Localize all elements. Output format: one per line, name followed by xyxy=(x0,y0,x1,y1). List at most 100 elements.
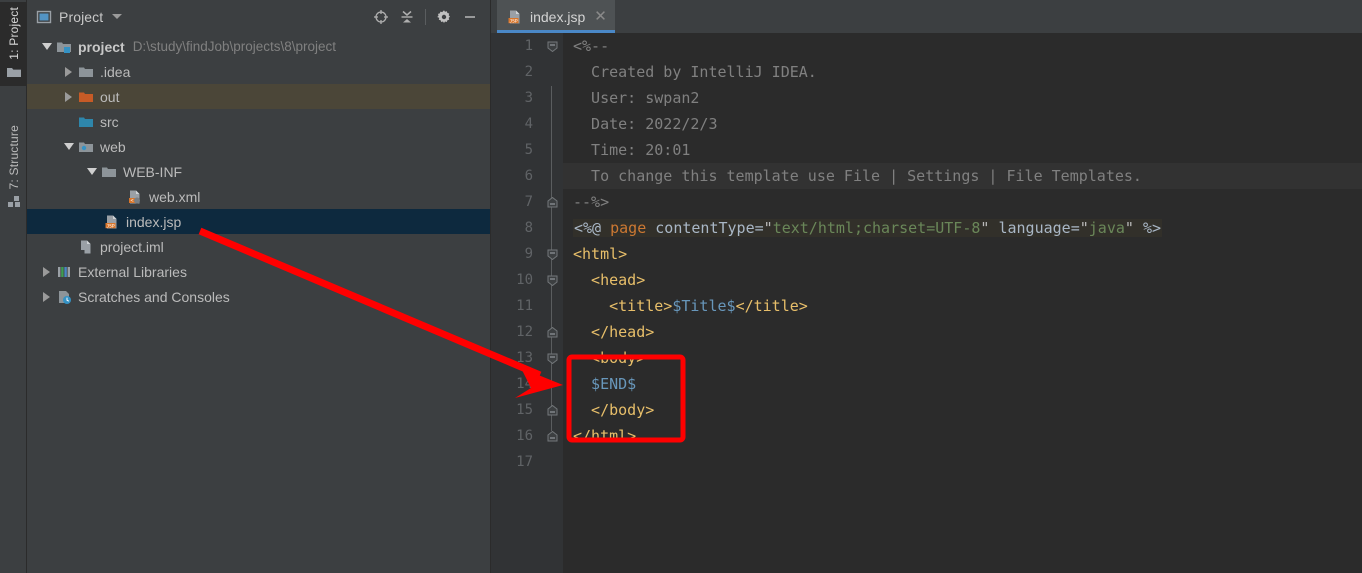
code-line-15: </body> xyxy=(573,401,655,419)
line-number: 9 xyxy=(524,246,533,262)
code-line-13: <body> xyxy=(573,349,646,367)
tree-row-project[interactable]: project D:\study\findJob\projects\8\proj… xyxy=(27,34,490,59)
line-number: 10 xyxy=(516,272,533,288)
fold-marker-open[interactable] xyxy=(545,267,559,293)
line-number: 11 xyxy=(516,298,533,314)
tree-row-web[interactable]: web xyxy=(27,134,490,159)
close-icon[interactable]: ✕ xyxy=(592,9,607,24)
line-number: 1 xyxy=(524,38,533,54)
line-number: 4 xyxy=(524,116,533,132)
tree-toggle-icon[interactable] xyxy=(59,66,78,77)
line-number: 14 xyxy=(516,376,533,392)
folder-web-icon xyxy=(79,142,93,152)
code-line-5: Time: 20:01 xyxy=(573,141,691,159)
folder-gray-icon xyxy=(102,167,116,177)
fold-marker-close[interactable] xyxy=(545,189,559,215)
structure-icon xyxy=(7,196,20,208)
fold-marker-close[interactable] xyxy=(545,319,559,345)
tool-window-strip: 1: Project 7: Structure xyxy=(0,0,27,573)
line-number: 17 xyxy=(516,454,533,470)
tree-row-web-xml[interactable]: < web.xml xyxy=(27,184,490,209)
code-line-6: To change this template use File | Setti… xyxy=(563,163,1362,189)
folder-icon xyxy=(6,67,21,77)
project-panel-toolbar xyxy=(369,5,482,29)
project-tree: project D:\study\findJob\projects\8\proj… xyxy=(27,33,490,573)
fold-marker-close[interactable] xyxy=(545,423,559,449)
fold-marker-open[interactable] xyxy=(545,33,559,59)
tree-toggle-icon[interactable] xyxy=(37,266,56,277)
editor-gutter[interactable]: 1 2 3 4 5 6 7 8 9 10 11 12 13 14 15 16 1… xyxy=(491,33,563,573)
code-line-16: </html> xyxy=(573,427,637,445)
tree-toggle-icon[interactable] xyxy=(59,143,78,150)
project-panel-title: Project xyxy=(59,8,104,25)
tree-label: Scratches and Consoles xyxy=(78,288,230,305)
line-number: 12 xyxy=(516,324,533,340)
code-editor[interactable]: 1 2 3 4 5 6 7 8 9 10 11 12 13 14 15 16 1… xyxy=(491,33,1362,573)
code-line-1: <%-- xyxy=(573,37,610,55)
code-line-7: --%> xyxy=(573,193,610,211)
tree-path: D:\study\findJob\projects\8\project xyxy=(132,39,337,54)
tree-label: src xyxy=(100,113,119,130)
tree-label: web.xml xyxy=(149,188,201,205)
tree-toggle-icon[interactable] xyxy=(37,291,56,302)
jsp-file-icon: JSP xyxy=(508,10,520,24)
line-number: 7 xyxy=(524,194,533,210)
jsp-file-icon: JSP xyxy=(105,215,117,229)
tree-label: .idea xyxy=(100,63,131,80)
module-folder-icon xyxy=(57,42,71,53)
line-number: 15 xyxy=(516,402,533,418)
svg-text:JSP: JSP xyxy=(509,18,518,24)
ide-window: 1: Project 7: Structure Project project … xyxy=(0,0,1362,573)
line-number: 2 xyxy=(524,64,533,80)
tree-label: web xyxy=(100,138,126,155)
tree-label: WEB-INF xyxy=(123,163,183,180)
folder-gray-icon xyxy=(79,67,93,77)
tool-tab-project-label: 1: Project xyxy=(6,7,21,60)
tree-row-project-iml[interactable]: project.iml xyxy=(27,234,490,259)
folder-orange-icon xyxy=(79,92,93,102)
tree-label: project.iml xyxy=(100,238,164,255)
editor-tab-label: index.jsp xyxy=(530,8,586,25)
tool-tab-structure-label: 7: Structure xyxy=(6,125,21,190)
toolbar-separator xyxy=(425,8,426,25)
minimize-icon[interactable] xyxy=(458,5,482,29)
line-number: 8 xyxy=(524,220,533,236)
line-number: 5 xyxy=(524,142,533,158)
libraries-icon xyxy=(58,266,70,277)
tool-tab-project[interactable]: 1: Project xyxy=(0,2,27,86)
scratches-icon xyxy=(59,290,71,304)
gear-icon[interactable] xyxy=(432,5,456,29)
line-number: 6 xyxy=(524,168,533,184)
tree-row-web-inf[interactable]: WEB-INF xyxy=(27,159,490,184)
tree-row-index-jsp[interactable]: JSP index.jsp xyxy=(27,209,490,234)
tool-tab-structure[interactable]: 7: Structure xyxy=(0,120,27,215)
line-number: 13 xyxy=(516,350,533,366)
tree-row-out[interactable]: out xyxy=(27,84,490,109)
code-line-10: <head> xyxy=(573,271,646,289)
code-line-12: </head> xyxy=(573,323,655,341)
chevron-down-icon[interactable] xyxy=(112,14,123,19)
collapse-all-icon[interactable] xyxy=(395,5,419,29)
code-line-11: <title>$Title$</title> xyxy=(573,297,808,315)
tree-row-scratches-consoles[interactable]: Scratches and Consoles xyxy=(27,284,490,309)
tree-row-external-libraries[interactable]: External Libraries xyxy=(27,259,490,284)
folder-blue-icon xyxy=(79,117,93,127)
code-text-area[interactable]: <%-- Created by IntelliJ IDEA. User: swp… xyxy=(563,33,1362,573)
editor-tab-index-jsp[interactable]: JSP index.jsp ✕ xyxy=(497,0,615,33)
tree-toggle-icon[interactable] xyxy=(82,168,101,175)
fold-marker-open[interactable] xyxy=(545,241,559,267)
project-tool-window: Project project D:\study\findJob\project… xyxy=(27,0,491,573)
tree-row-idea[interactable]: .idea xyxy=(27,59,490,84)
tree-row-src[interactable]: src xyxy=(27,109,490,134)
line-number: 16 xyxy=(516,428,533,444)
iml-file-icon xyxy=(81,240,91,253)
fold-marker-open[interactable] xyxy=(545,345,559,371)
tree-label: External Libraries xyxy=(78,263,187,280)
editor-area: JSP index.jsp ✕ 1 2 3 4 5 6 7 8 9 10 11 xyxy=(491,0,1362,573)
locate-icon[interactable] xyxy=(369,5,393,29)
project-panel-title-group[interactable]: Project xyxy=(36,8,123,25)
tree-toggle-icon[interactable] xyxy=(37,43,56,50)
tree-toggle-icon[interactable] xyxy=(59,91,78,102)
fold-marker-close[interactable] xyxy=(545,397,559,423)
